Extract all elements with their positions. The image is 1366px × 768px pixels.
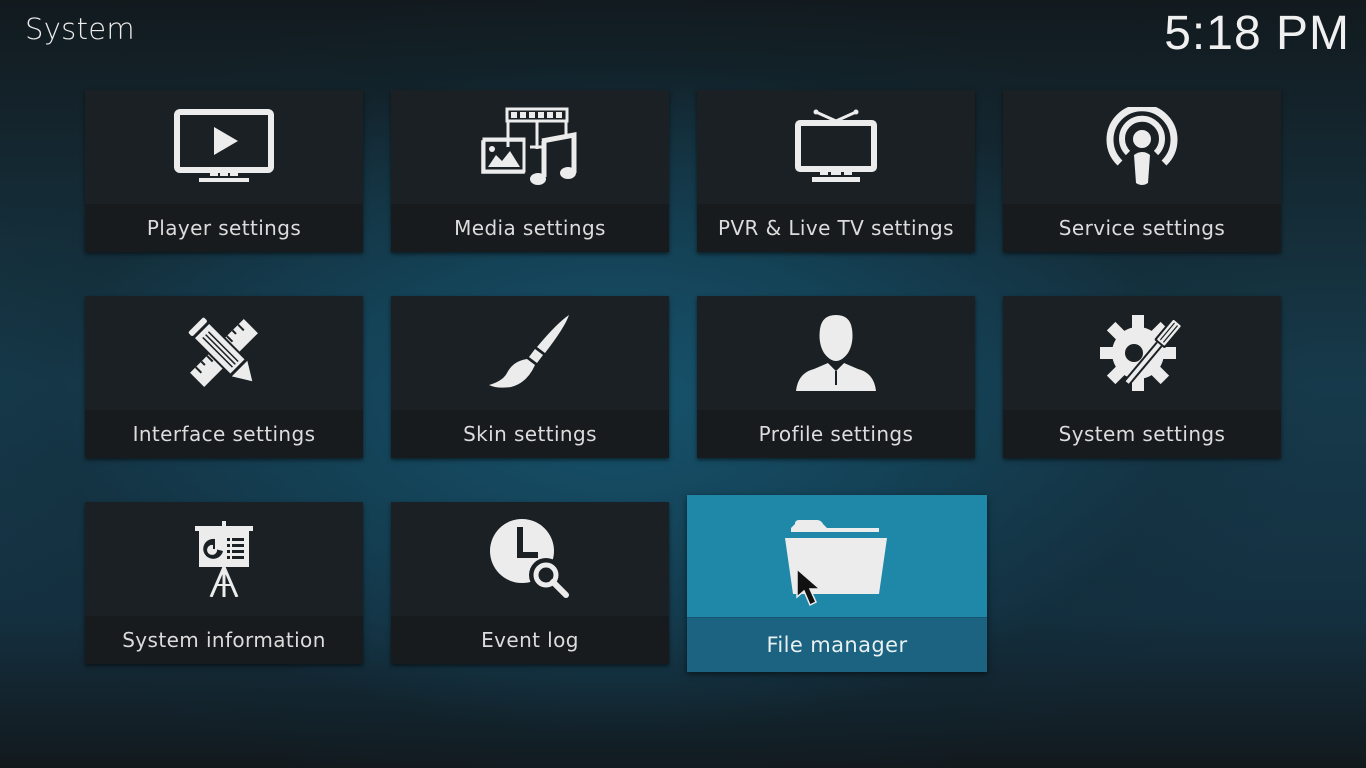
tile-file-manager[interactable]: File manager bbox=[687, 495, 987, 672]
tile-system-information[interactable]: System information bbox=[85, 502, 363, 664]
tile-pvr-live-tv-settings[interactable]: PVR & Live TV settings bbox=[697, 90, 975, 252]
broadcast-icon bbox=[1003, 90, 1281, 204]
tile-skin-settings[interactable]: Skin settings bbox=[391, 296, 669, 458]
page-title: System bbox=[25, 12, 135, 46]
tile-label: Player settings bbox=[85, 204, 363, 252]
tv-antenna-icon bbox=[697, 90, 975, 204]
tile-event-log[interactable]: Event log bbox=[391, 502, 669, 664]
paintbrush-icon bbox=[391, 296, 669, 410]
tile-label: File manager bbox=[687, 617, 987, 672]
tile-interface-settings[interactable]: Interface settings bbox=[85, 296, 363, 458]
tile-label: PVR & Live TV settings bbox=[697, 204, 975, 252]
tile-label: System information bbox=[85, 616, 363, 664]
clock-search-icon bbox=[391, 502, 669, 616]
gear-screwdriver-icon bbox=[1003, 296, 1281, 410]
tile-media-settings[interactable]: Media settings bbox=[391, 90, 669, 252]
tile-service-settings[interactable]: Service settings bbox=[1003, 90, 1281, 252]
tile-system-settings[interactable]: System settings bbox=[1003, 296, 1281, 458]
tile-label: Service settings bbox=[1003, 204, 1281, 252]
user-icon bbox=[697, 296, 975, 410]
monitor-play-icon bbox=[85, 90, 363, 204]
tile-label: System settings bbox=[1003, 410, 1281, 458]
tile-profile-settings[interactable]: Profile settings bbox=[697, 296, 975, 458]
tile-label: Profile settings bbox=[697, 410, 975, 458]
tile-label: Skin settings bbox=[391, 410, 669, 458]
tile-label: Media settings bbox=[391, 204, 669, 252]
clock: 5:18 PM bbox=[1164, 7, 1350, 60]
folder-icon bbox=[687, 495, 987, 618]
media-icon bbox=[391, 90, 669, 204]
tile-label: Interface settings bbox=[85, 410, 363, 458]
mouse-cursor-icon bbox=[795, 567, 825, 611]
tile-label: Event log bbox=[391, 616, 669, 664]
pencil-ruler-icon bbox=[85, 296, 363, 410]
tile-player-settings[interactable]: Player settings bbox=[85, 90, 363, 252]
presentation-board-icon bbox=[85, 502, 363, 616]
